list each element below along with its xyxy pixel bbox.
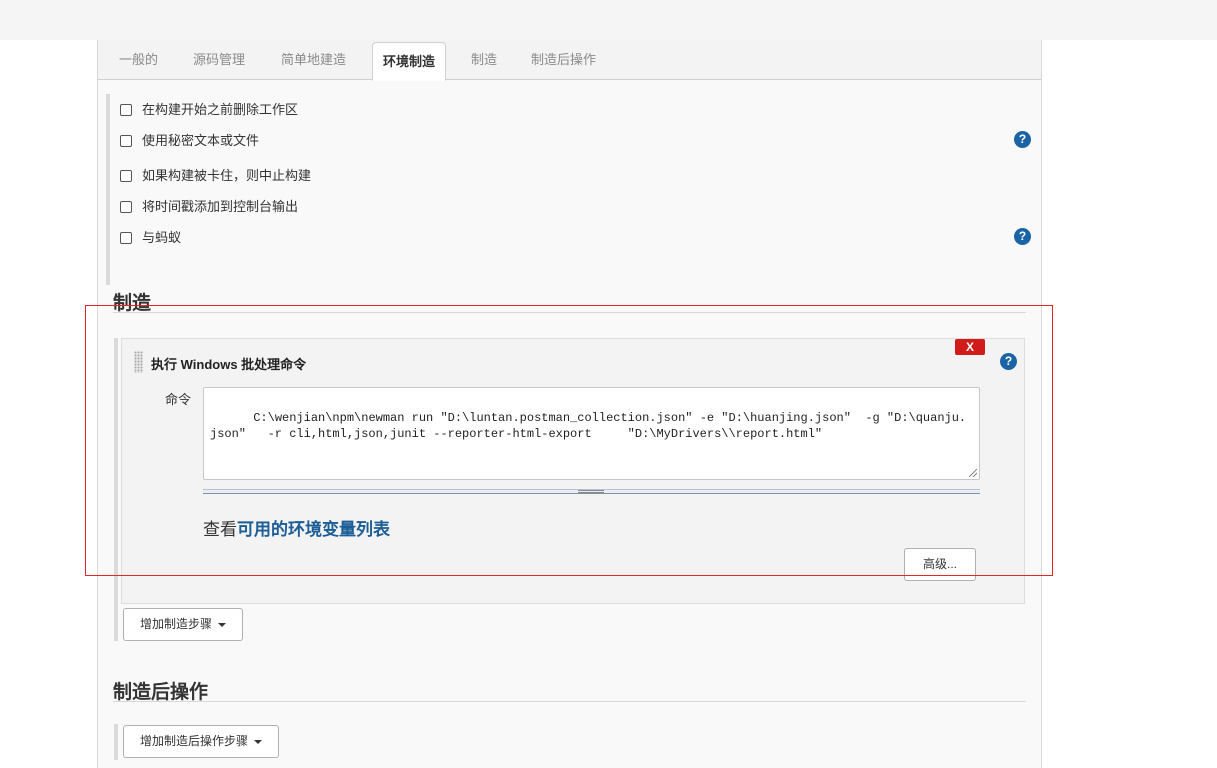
help-icon[interactable]: ? <box>1000 353 1017 370</box>
command-textarea[interactable]: C:\wenjian\npm\newman run "D:\luntan.pos… <box>203 387 980 480</box>
delete-workspace-checkbox[interactable] <box>120 104 132 116</box>
drag-handle[interactable] <box>134 351 143 373</box>
build-step-windows-batch: 执行 Windows 批处理命令 X ? 命令 C:\wenjian\npm\n… <box>121 338 1025 604</box>
resize-handle-icon[interactable] <box>969 469 977 477</box>
option-label: 与蚂蚁 <box>142 230 182 245</box>
abort-stuck-build-checkbox[interactable] <box>120 170 132 182</box>
option-label: 将时间戳添加到控制台输出 <box>142 199 299 214</box>
command-text: C:\wenjian\npm\newman run "D:\luntan.pos… <box>210 411 967 441</box>
help-icon[interactable]: ? <box>1014 131 1031 148</box>
env-vars-line: 查看可用的环境变量列表 <box>203 515 390 540</box>
option-label: 在构建开始之前删除工作区 <box>142 102 299 117</box>
add-post-build-step-label: 增加制造后操作步骤 <box>140 734 249 748</box>
config-tab-bar: 一般的 源码管理 简单地建造 环境制造 制造 制造后操作 <box>98 40 1041 81</box>
caret-down-icon <box>218 622 227 627</box>
tab-build-triggers[interactable]: 简单地建造 <box>281 49 346 71</box>
option-label: 使用秘密文本或文件 <box>142 133 260 148</box>
top-bar <box>0 0 1217 40</box>
env-vars-prefix: 查看 <box>203 520 237 539</box>
caret-down-icon <box>254 739 263 744</box>
options-group-bar <box>106 94 110 285</box>
post-build-steps-bar <box>114 724 118 760</box>
build-section-title: 制造 <box>113 293 152 314</box>
post-build-section-title: 制造后操作 <box>113 682 209 703</box>
option-label: 如果构建被卡住，则中止构建 <box>142 168 312 183</box>
add-post-build-step-button[interactable]: 增加制造后操作步骤 <box>123 725 280 758</box>
config-panel: 一般的 源码管理 简单地建造 环境制造 制造 制造后操作 在构建开始之前删除工作… <box>97 40 1042 768</box>
with-ant-checkbox[interactable] <box>120 232 132 244</box>
add-build-step-button[interactable]: 增加制造步骤 <box>123 608 244 641</box>
help-icon[interactable]: ? <box>1014 228 1031 245</box>
build-step-title: 执行 Windows 批处理命令 <box>151 357 307 372</box>
timestamps-checkbox[interactable] <box>120 201 132 213</box>
advanced-button[interactable]: 高级... <box>904 548 977 581</box>
tab-source-code[interactable]: 源码管理 <box>193 49 245 71</box>
build-steps-bar <box>114 338 118 641</box>
secret-text-checkbox[interactable] <box>120 135 132 147</box>
tab-general[interactable]: 一般的 <box>119 49 158 71</box>
textarea-expand-bar[interactable] <box>203 489 980 494</box>
delete-step-button[interactable]: X <box>955 339 985 355</box>
tab-post-build[interactable]: 制造后操作 <box>531 49 596 71</box>
tab-build-environment[interactable]: 环境制造 <box>372 42 447 81</box>
command-label: 命令 <box>165 392 192 407</box>
expand-grip-icon <box>578 490 604 493</box>
section-divider <box>113 312 1026 313</box>
env-vars-link[interactable]: 可用的环境变量列表 <box>237 520 390 539</box>
add-build-step-label: 增加制造步骤 <box>140 617 213 631</box>
tab-build[interactable]: 制造 <box>471 49 497 71</box>
section-divider <box>113 701 1026 702</box>
